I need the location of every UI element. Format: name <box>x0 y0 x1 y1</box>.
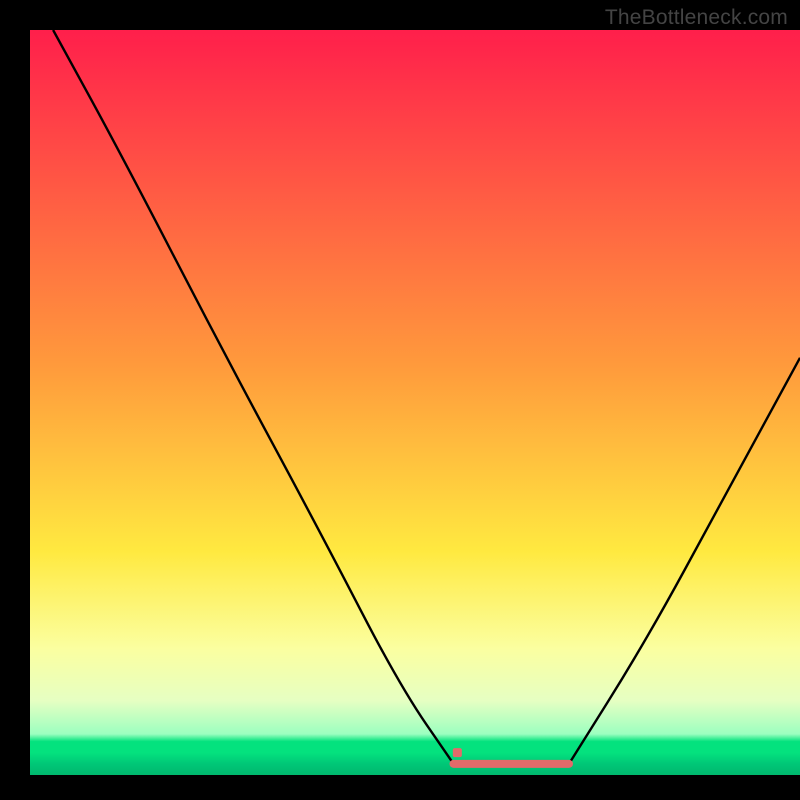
chart-svg <box>30 30 800 775</box>
marker-icon <box>453 748 462 757</box>
bottleneck-chart <box>30 30 800 775</box>
chart-background <box>30 30 800 775</box>
watermark-label: TheBottleneck.com <box>605 6 788 30</box>
frame-left <box>0 0 30 800</box>
frame-bottom <box>0 775 800 800</box>
